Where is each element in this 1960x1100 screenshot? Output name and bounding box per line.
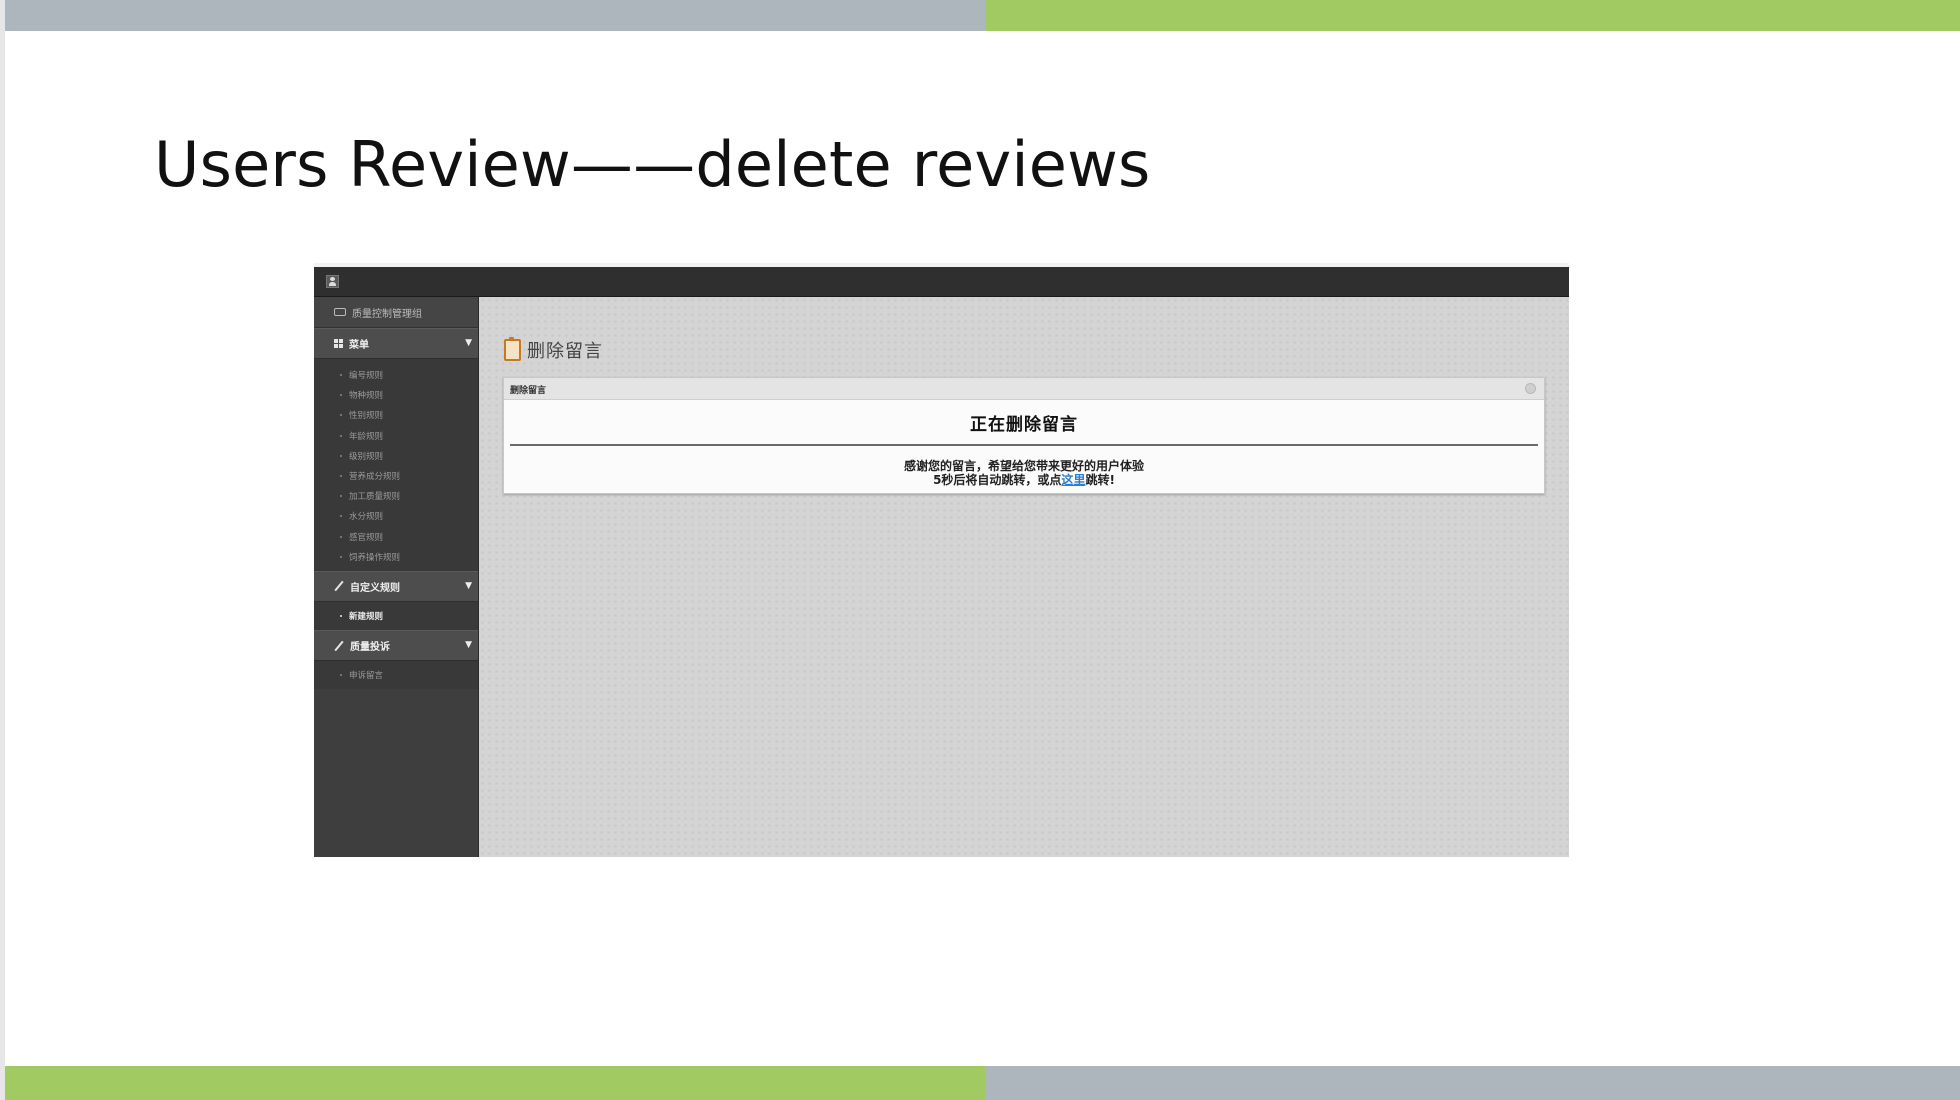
message-line-2: 5秒后将自动跳转，或点这里跳转! xyxy=(504,473,1544,487)
sidebar-item-label: 感官规则 xyxy=(349,532,384,543)
sidebar-item[interactable]: 物种规则 xyxy=(314,385,478,405)
sidebar-custom-list: 新建规则 xyxy=(314,601,478,631)
embedded-screenshot: 质量控制管理组 菜单 ▼ 编号规则 物种规则 性别规则 年龄规则 级别规则 营养… xyxy=(314,263,1569,857)
panel-message: 感谢您的留言，希望给您带来更好的用户体验 5秒后将自动跳转，或点这里跳转! xyxy=(504,459,1544,487)
sidebar-item[interactable]: 级别规则 xyxy=(314,446,478,466)
sidebar-item-label: 性别规则 xyxy=(349,411,384,422)
panel-bar-label: 删除留言 xyxy=(510,386,547,396)
sidebar-section-menu[interactable]: 菜单 ▼ xyxy=(314,328,478,359)
top-green-band xyxy=(985,0,1960,31)
sidebar-item-new-rule[interactable]: 新建规则 xyxy=(314,606,478,626)
message-suffix: 跳转! xyxy=(1085,473,1115,487)
sidebar-section-label: 菜单 xyxy=(349,340,369,351)
sidebar-brand-label: 质量控制管理组 xyxy=(352,308,422,320)
caret-down-icon: ▼ xyxy=(465,580,472,591)
sidebar-item[interactable]: 营养成分规则 xyxy=(314,466,478,486)
bottom-green-band xyxy=(5,1066,985,1100)
sidebar: 质量控制管理组 菜单 ▼ 编号规则 物种规则 性别规则 年龄规则 级别规则 营养… xyxy=(314,297,479,857)
sidebar-section-custom-rules[interactable]: 自定义规则 ▼ xyxy=(314,570,478,602)
slide-left-edge xyxy=(0,0,5,1100)
page-title: 删除留言 xyxy=(527,341,603,362)
sidebar-section-label: 质量投诉 xyxy=(350,642,390,654)
grid-icon xyxy=(334,339,343,348)
sidebar-complaints-list: 申诉留言 xyxy=(314,661,478,690)
clipboard-icon xyxy=(504,337,521,361)
sidebar-item[interactable]: 感官规则 xyxy=(314,527,478,547)
panel-heading: 正在删除留言 xyxy=(970,415,1078,435)
sidebar-item[interactable]: 性别规则 xyxy=(314,405,478,425)
bottom-gray-band xyxy=(985,1066,1960,1100)
sidebar-item-label: 物种规则 xyxy=(349,391,384,402)
sidebar-item[interactable]: 加工质量规则 xyxy=(314,486,478,506)
sidebar-item-label: 加工质量规则 xyxy=(349,492,401,503)
main-content: 删除留言 删除留言 正在删除留言 感谢您的留言，希望给您带来更好的用户体验 5秒… xyxy=(479,297,1569,857)
sidebar-item[interactable]: 编号规则 xyxy=(314,365,478,385)
sidebar-item-label: 编号规则 xyxy=(349,371,384,382)
sidebar-item-label: 饲养操作规则 xyxy=(349,552,401,563)
slide-title: Users Review——delete reviews xyxy=(154,128,1151,201)
caret-down-icon: ▼ xyxy=(465,640,472,651)
user-icon[interactable] xyxy=(326,275,339,288)
sidebar-item-label: 级别规则 xyxy=(349,451,384,462)
top-gray-band xyxy=(5,0,985,31)
close-icon[interactable] xyxy=(1525,383,1536,394)
sidebar-item-label: 年龄规则 xyxy=(349,431,384,442)
sidebar-item-label: 申诉留言 xyxy=(349,671,384,682)
sidebar-item-label: 水分规则 xyxy=(349,512,384,523)
pencil-icon xyxy=(334,581,344,591)
sidebar-item-label: 营养成分规则 xyxy=(349,472,401,483)
caret-down-icon: ▼ xyxy=(465,338,472,348)
sidebar-item-appeal-message[interactable]: 申诉留言 xyxy=(314,665,478,685)
page-header: 删除留言 xyxy=(504,337,603,363)
sidebar-item[interactable]: 水分规则 xyxy=(314,506,478,526)
sidebar-section-complaints[interactable]: 质量投诉 ▼ xyxy=(314,630,478,662)
sidebar-item-label: 新建规则 xyxy=(349,611,384,622)
sidebar-menu-list: 编号规则 物种规则 性别规则 年龄规则 级别规则 营养成分规则 加工质量规则 水… xyxy=(314,359,478,571)
panel-divider xyxy=(510,444,1538,446)
panel-titlebar: 删除留言 xyxy=(504,378,1544,400)
delete-panel: 删除留言 正在删除留言 感谢您的留言，希望给您带来更好的用户体验 5秒后将自动跳… xyxy=(503,377,1545,494)
pencil-icon xyxy=(334,641,344,651)
sidebar-section-label: 自定义规则 xyxy=(350,582,400,594)
inbox-icon xyxy=(334,308,346,316)
app-topbar xyxy=(314,267,1569,297)
sidebar-brand[interactable]: 质量控制管理组 xyxy=(314,297,478,328)
sidebar-item[interactable]: 饲养操作规则 xyxy=(314,547,478,567)
sidebar-item[interactable]: 年龄规则 xyxy=(314,426,478,446)
message-line-1: 感谢您的留言，希望给您带来更好的用户体验 xyxy=(903,459,1144,473)
redirect-link[interactable]: 这里 xyxy=(1061,473,1085,487)
message-prefix: 5秒后将自动跳转，或点 xyxy=(933,473,1062,487)
